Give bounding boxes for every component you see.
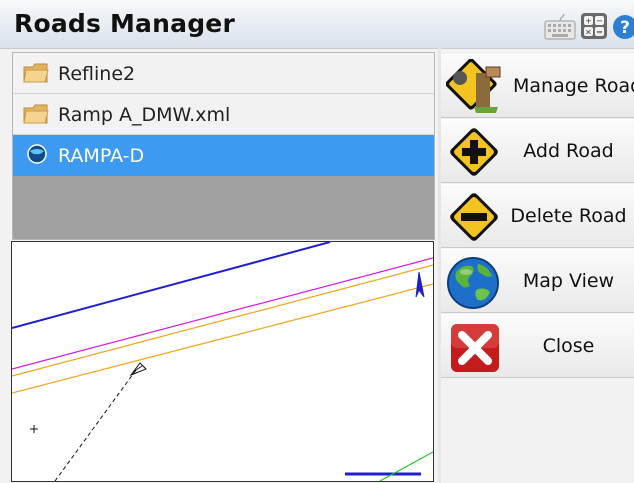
road-plan-canvas[interactable] xyxy=(12,242,433,481)
manage-road-icon xyxy=(446,59,501,113)
alignment-line-blue xyxy=(12,242,331,329)
delete-road-button[interactable]: Delete Road xyxy=(441,184,634,248)
list-item-label: Refline2 xyxy=(58,63,136,85)
title-bar: Roads Manager + − × = ? xyxy=(0,0,634,49)
alignment-line-orange xyxy=(12,264,433,377)
close-x-icon xyxy=(451,324,499,372)
alignment-line-orange-2 xyxy=(12,283,433,394)
map-view-button[interactable]: Map View xyxy=(441,249,634,313)
add-road-button[interactable]: Add Road xyxy=(441,119,634,183)
map-preview[interactable] xyxy=(11,241,434,482)
globe-icon xyxy=(447,257,499,309)
folder-icon xyxy=(23,63,49,83)
alignment-line-magenta xyxy=(12,257,433,370)
list-item-label: RAMPA-D xyxy=(58,145,145,167)
window-title: Roads Manager xyxy=(14,9,235,38)
roads-list[interactable]: Refline2 Ramp A_DMW.xml RAMPA-D xyxy=(12,52,435,240)
svg-text:×: × xyxy=(585,28,592,37)
globe-road-icon xyxy=(27,144,47,164)
folder-icon xyxy=(23,104,49,124)
delete-road-sign-icon xyxy=(450,193,498,241)
list-item[interactable]: Refline2 xyxy=(13,53,434,94)
svg-text:=: = xyxy=(596,28,603,37)
add-road-label: Add Road xyxy=(523,140,614,162)
manage-road-label: Manage Road xyxy=(513,75,634,97)
manage-road-button[interactable]: Manage Road xyxy=(441,54,634,118)
list-item-selected[interactable]: RAMPA-D xyxy=(13,135,434,176)
survey-dashed-line xyxy=(54,369,137,481)
map-view-label: Map View xyxy=(522,270,615,292)
svg-text:−: − xyxy=(596,17,603,26)
calculator-icon[interactable]: + − × = xyxy=(580,12,608,40)
svg-text:+: + xyxy=(585,17,592,26)
list-item-label: Ramp A_DMW.xml xyxy=(58,104,231,126)
svg-text:?: ? xyxy=(620,18,630,38)
delete-road-label: Delete Road xyxy=(510,205,627,227)
close-label: Close xyxy=(542,335,595,357)
help-icon[interactable]: ? xyxy=(612,12,634,42)
alignment-line-green xyxy=(379,451,433,481)
north-arrow-icon xyxy=(415,271,425,298)
keyboard-icon[interactable] xyxy=(544,12,576,42)
add-road-sign-icon xyxy=(450,128,498,176)
close-button[interactable]: Close xyxy=(441,314,634,378)
list-item[interactable]: Ramp A_DMW.xml xyxy=(13,94,434,135)
